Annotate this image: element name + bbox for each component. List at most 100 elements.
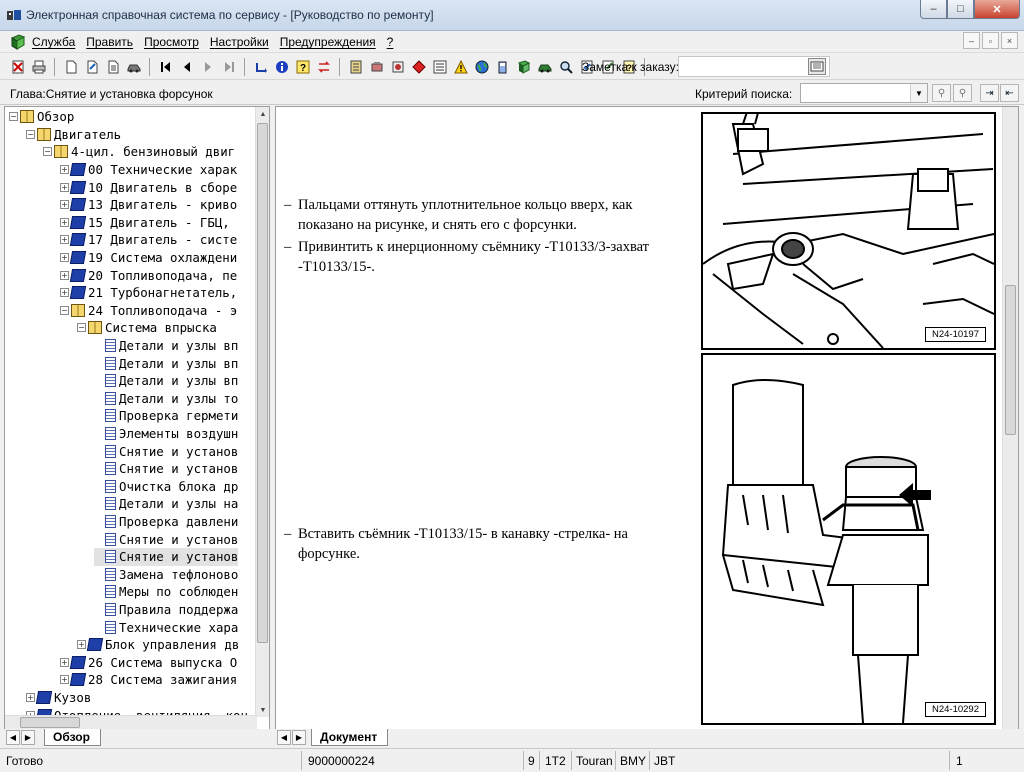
expand-icon[interactable]: + <box>60 270 69 280</box>
tree-node[interactable]: Элементы воздушн <box>94 425 238 443</box>
jump-up-icon[interactable] <box>251 57 270 77</box>
scroll-thumb[interactable] <box>1005 285 1016 435</box>
tree-node[interactable]: Правила поддержа <box>94 601 238 619</box>
tree-node[interactable]: Детали и узлы то <box>94 390 238 408</box>
manual-icon[interactable] <box>346 57 365 77</box>
tab-scroll-right-icon[interactable]: ▶ <box>21 730 35 745</box>
help-icon[interactable]: ? <box>293 57 312 77</box>
expand-icon[interactable]: + <box>60 657 69 667</box>
tree-node[interactable]: − Обзор <box>9 108 74 126</box>
tree-node[interactable]: +21 Турбонагнетатель, <box>60 284 237 302</box>
expand-icon[interactable]: + <box>60 200 69 210</box>
next-page-icon[interactable] <box>198 57 217 77</box>
tree-node[interactable]: − 4-цил. бензиновый двиг <box>43 143 235 161</box>
tab-overview[interactable]: Обзор <box>44 729 101 746</box>
list-icon[interactable] <box>430 57 449 77</box>
document-list-icon[interactable] <box>103 57 122 77</box>
menu-item[interactable]: Предупреждения <box>280 35 376 49</box>
warning-icon[interactable] <box>451 57 470 77</box>
collapse-icon[interactable]: − <box>26 129 35 139</box>
document-vertical-scrollbar[interactable] <box>1002 107 1018 729</box>
expand-icon[interactable]: + <box>77 640 86 650</box>
tree-node[interactable]: +20 Топливоподача, пе <box>60 266 237 284</box>
tab-scroll-left-icon[interactable]: ◀ <box>6 730 20 745</box>
tree-node[interactable]: Снятие и установ <box>94 460 238 478</box>
fuel-icon[interactable] <box>493 57 512 77</box>
car-icon[interactable] <box>535 57 554 77</box>
expand-icon[interactable]: + <box>60 288 69 298</box>
tree-node[interactable]: Снятие и установ <box>94 548 239 566</box>
tree-node[interactable]: +10 Двигатель в сборе <box>60 178 237 196</box>
info-icon[interactable] <box>272 57 291 77</box>
tab-scroll-right-icon[interactable]: ▶ <box>292 730 306 745</box>
tree-node[interactable]: Детали и узлы на <box>94 495 238 513</box>
maximize-button[interactable]: □ <box>947 0 974 19</box>
menu-item[interactable]: Просмотр <box>144 35 199 49</box>
tree-node[interactable]: +13 Двигатель - криво <box>60 196 237 214</box>
menu-item[interactable]: ? <box>387 35 394 49</box>
expand-all-icon[interactable]: ⇥ <box>980 84 999 102</box>
tree-node[interactable]: Детали и узлы вп <box>94 372 238 390</box>
tree-node[interactable]: Меры по соблюден <box>94 583 238 601</box>
book-green-toolbar-icon[interactable] <box>514 57 533 77</box>
previous-page-icon[interactable] <box>177 57 196 77</box>
tree-node[interactable]: +26 Система выпуска О <box>60 654 237 672</box>
tree-node[interactable]: Проверка давлени <box>94 513 238 531</box>
engine-icon[interactable] <box>367 57 386 77</box>
tree-node[interactable]: Детали и узлы вп <box>94 354 238 372</box>
menu-item[interactable]: Править <box>86 35 133 49</box>
expand-icon[interactable]: + <box>60 253 69 263</box>
expand-icon[interactable]: + <box>60 235 69 245</box>
expand-icon[interactable]: + <box>60 675 69 685</box>
tree-node[interactable]: +28 Система зажигания <box>60 671 237 689</box>
tree-node[interactable]: Детали и узлы вп <box>94 337 238 355</box>
swap-icon[interactable] <box>314 57 333 77</box>
tree-node[interactable]: − 24 Топливоподача - э <box>60 302 237 320</box>
new-document-icon[interactable] <box>61 57 80 77</box>
tree-node[interactable]: − Система впрыска <box>77 319 217 337</box>
tab-document[interactable]: Документ <box>311 729 389 746</box>
scroll-thumb[interactable] <box>20 717 80 728</box>
scroll-down-icon[interactable]: ▼ <box>256 703 269 717</box>
tree-node[interactable]: Очистка блока др <box>94 478 238 496</box>
mdi-minimize-button[interactable]: – <box>963 32 980 49</box>
collapse-icon[interactable]: − <box>43 147 52 157</box>
tree-vertical-scrollbar[interactable]: ▲ ▼ <box>255 107 269 717</box>
red-diamond-icon[interactable] <box>409 57 428 77</box>
tree-node[interactable]: Снятие и установ <box>94 530 238 548</box>
tab-scroll-left-icon[interactable]: ◀ <box>277 730 291 745</box>
tree-node[interactable]: +15 Двигатель - ГБЦ, <box>60 214 230 232</box>
chevron-down-icon[interactable]: ▼ <box>910 84 927 102</box>
tree-node[interactable]: Технические хара <box>94 618 238 636</box>
vehicle-icon[interactable] <box>124 57 143 77</box>
mdi-restore-button[interactable]: ▫ <box>982 32 999 49</box>
order-note-button[interactable] <box>808 58 826 75</box>
tree-node[interactable]: Замена тефлоново <box>94 566 238 584</box>
first-page-icon[interactable] <box>156 57 175 77</box>
menu-item[interactable]: Служба <box>32 35 75 49</box>
collapse-all-icon[interactable]: ⇤ <box>1000 84 1019 102</box>
tree-node[interactable]: +00 Технические харак <box>60 161 237 179</box>
minimize-button[interactable]: ‒ <box>920 0 947 19</box>
expand-icon[interactable]: + <box>60 182 69 192</box>
expand-icon[interactable]: + <box>60 165 69 175</box>
tree-node[interactable]: + Блок управления дв <box>77 636 239 654</box>
edit-document-icon[interactable] <box>82 57 101 77</box>
tree-node[interactable]: + Кузов <box>26 689 91 707</box>
menu-item[interactable]: Настройки <box>210 35 269 49</box>
last-page-icon[interactable] <box>219 57 238 77</box>
scroll-up-icon[interactable]: ▲ <box>256 107 269 121</box>
tree-node[interactable]: − Двигатель <box>26 126 121 144</box>
scroll-thumb[interactable] <box>257 123 268 643</box>
search-filter-clear-icon[interactable]: ⚲ <box>953 84 972 102</box>
search-filter-icon[interactable]: ⚲ <box>932 84 951 102</box>
mdi-close-button[interactable]: × <box>1001 32 1018 49</box>
search-car-icon[interactable] <box>556 57 575 77</box>
globe-icon[interactable] <box>472 57 491 77</box>
diagnosis-icon[interactable] <box>388 57 407 77</box>
tree-node[interactable]: Проверка гермети <box>94 407 238 425</box>
collapse-icon[interactable]: − <box>77 323 86 333</box>
tree-horizontal-scrollbar[interactable] <box>5 715 257 729</box>
tree-node[interactable]: Снятие и установ <box>94 442 238 460</box>
tree-node[interactable]: +17 Двигатель - систе <box>60 231 237 249</box>
